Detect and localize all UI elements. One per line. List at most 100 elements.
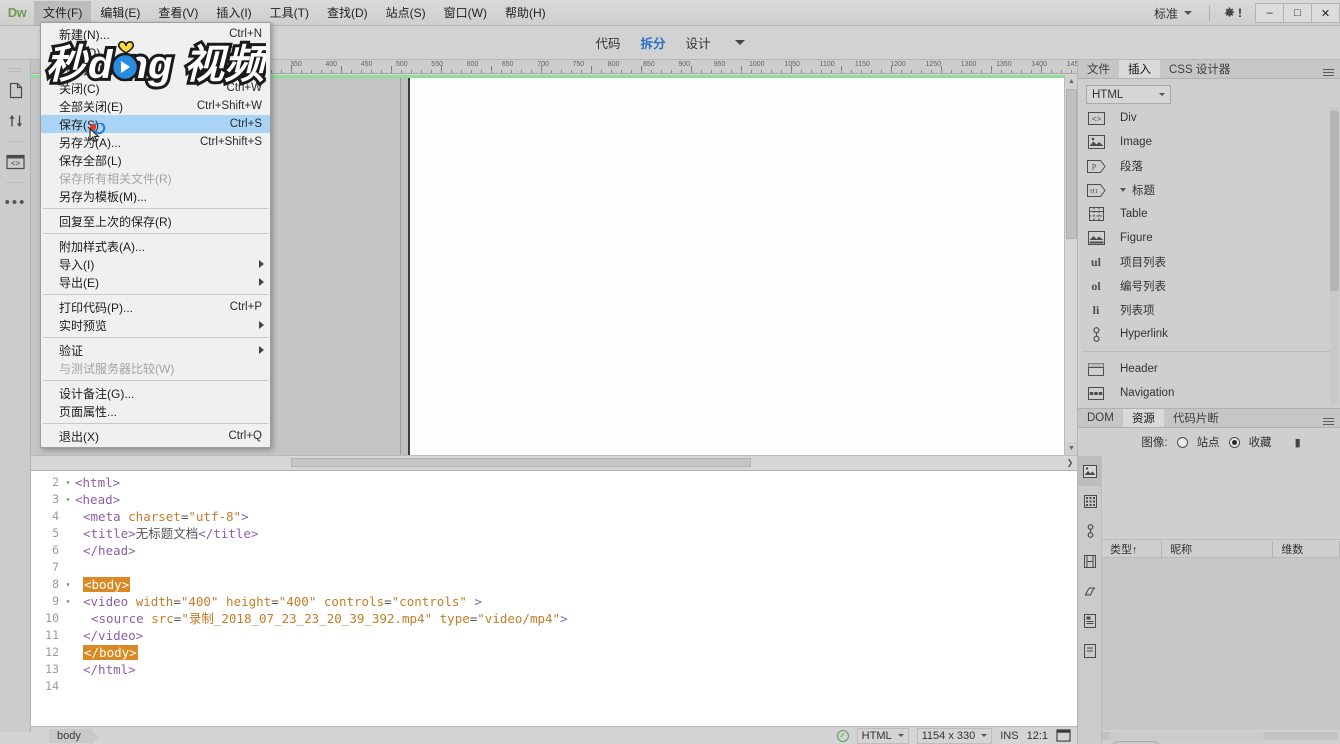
template-asset-icon[interactable]	[1078, 606, 1102, 636]
assets-column-header-2[interactable]: 维数	[1273, 541, 1340, 558]
assets-radio-favorites[interactable]	[1229, 437, 1240, 448]
settings-button[interactable]: !	[1215, 6, 1250, 20]
design-horizontal-scrollbar[interactable]: ❯	[31, 455, 1077, 469]
insert-item-Div[interactable]: <>Div	[1078, 106, 1340, 130]
fold-toggle-icon[interactable]: ▾	[61, 474, 75, 491]
code-line[interactable]: 8▾<body>	[31, 576, 1077, 593]
assets-horizontal-scrollbar[interactable]	[1102, 732, 1338, 740]
color-asset-icon[interactable]	[1078, 486, 1102, 516]
file-menu-item-26[interactable]: 退出(X)Ctrl+Q	[41, 427, 270, 445]
code-line[interactable]: 5<title>无标题文档</title>	[31, 525, 1077, 542]
code-line[interactable]: 4<meta charset="utf-8">	[31, 508, 1077, 525]
insert-category-select[interactable]: HTML	[1086, 85, 1171, 104]
media-asset-icon[interactable]	[1078, 546, 1102, 576]
tag-breadcrumb[interactable]: body	[49, 729, 91, 743]
code-line[interactable]: 3▾<head>	[31, 491, 1077, 508]
design-vscroll-thumb[interactable]	[1066, 89, 1077, 239]
code-line[interactable]: 6</head>	[31, 542, 1077, 559]
assets-column-header-1[interactable]: 昵称	[1162, 541, 1273, 558]
check-circle-icon[interactable]: ✓	[837, 730, 849, 742]
fold-toggle-icon[interactable]: ▾	[61, 576, 75, 593]
url-asset-icon[interactable]	[1078, 516, 1102, 546]
view-tab-0[interactable]: 代码	[595, 33, 620, 52]
file-menu-item-9[interactable]: 另存为模板(M)...	[41, 187, 270, 205]
design-hscroll-thumb[interactable]	[291, 458, 751, 467]
close-button[interactable]: ✕	[1311, 3, 1340, 23]
menu-8[interactable]: 帮助(H)	[496, 1, 555, 25]
file-menu-item-4[interactable]: 全部关闭(E)Ctrl+Shift+W	[41, 97, 270, 115]
panel-options-menu-icon[interactable]	[1317, 60, 1340, 78]
minimize-button[interactable]: –	[1255, 3, 1284, 23]
assets-hscroll-thumb[interactable]	[1110, 732, 1265, 740]
menu-2[interactable]: 查看(V)	[149, 1, 207, 25]
insert-panel-scrollbar[interactable]	[1330, 107, 1339, 405]
refresh-icon[interactable]: ▮	[1295, 436, 1301, 449]
view-options-chevron-down-icon[interactable]	[735, 40, 745, 45]
assets-table-body[interactable]	[1102, 558, 1340, 730]
file-menu-item-20[interactable]: 验证	[41, 341, 270, 359]
file-menu-item-3[interactable]: 关闭(C)Ctrl+W	[41, 79, 270, 97]
insert-item-列表项[interactable]: li列表项	[1078, 298, 1340, 322]
panel-tab-top-0[interactable]: 文件	[1078, 60, 1119, 78]
window-size-select[interactable]: 1154 x 330	[917, 728, 993, 744]
file-menu-item-0[interactable]: 新建(N)...Ctrl+N	[41, 25, 270, 43]
fold-toggle-icon[interactable]: ▾	[61, 491, 75, 508]
open-documents-icon[interactable]	[0, 76, 31, 106]
file-menu-item-15[interactable]: 导出(E)	[41, 273, 270, 291]
workspace-switcher[interactable]: 标准	[1146, 3, 1200, 24]
view-tab-1[interactable]: 拆分	[640, 33, 665, 52]
file-menu-item-2[interactable]: 打开最近的文件(T)	[41, 61, 270, 79]
assets-column-header-0[interactable]: 类型↑	[1102, 541, 1162, 558]
insert-item-标题[interactable]: H1标题	[1078, 178, 1340, 202]
assets-radio-site[interactable]	[1177, 437, 1188, 448]
panel-options-menu-icon[interactable]	[1317, 409, 1340, 427]
insert-item-Table[interactable]: Table	[1078, 202, 1340, 226]
file-menu-item-18[interactable]: 实时预览	[41, 316, 270, 334]
file-menu-item-11[interactable]: 回复至上次的保存(R)	[41, 212, 270, 230]
insert-scroll-thumb[interactable]	[1330, 111, 1339, 291]
design-document-canvas[interactable]	[408, 78, 1077, 455]
file-menu-item-6[interactable]: 另存为(A)...Ctrl+Shift+S	[41, 133, 270, 151]
insert-item-项目列表[interactable]: ul项目列表	[1078, 250, 1340, 274]
code-lines[interactable]: 2▾<html>3▾<head>4<meta charset="utf-8">5…	[31, 471, 1077, 695]
file-menu-item-7[interactable]: 保存全部(L)	[41, 151, 270, 169]
insert-item-编号列表[interactable]: ol编号列表	[1078, 274, 1340, 298]
code-line[interactable]: 2▾<html>	[31, 474, 1077, 491]
insert-item-段落[interactable]: P段落	[1078, 154, 1340, 178]
library-asset-icon[interactable]	[1078, 636, 1102, 666]
code-line[interactable]: 11</video>	[31, 627, 1077, 644]
file-menu-dropdown[interactable]: 新建(N)...Ctrl+N打开(O)...Ctrl+O打开最近的文件(T)关闭…	[40, 22, 271, 448]
menu-7[interactable]: 窗口(W)	[435, 1, 496, 25]
design-vertical-scrollbar[interactable]: ▲ ▼	[1064, 75, 1077, 455]
sort-arrows-icon[interactable]	[0, 106, 31, 136]
file-menu-item-23[interactable]: 设计备注(G)...	[41, 384, 270, 402]
insert-item-Hyperlink[interactable]: Hyperlink	[1078, 322, 1340, 346]
script-asset-icon[interactable]	[1078, 576, 1102, 606]
code-line[interactable]: 7	[31, 559, 1077, 576]
window-size-icon[interactable]	[1056, 729, 1071, 742]
insert-item-Image[interactable]: Image	[1078, 130, 1340, 154]
code-line[interactable]: 14	[31, 678, 1077, 695]
code-line[interactable]: 13</html>	[31, 661, 1077, 678]
file-menu-item-17[interactable]: 打印代码(P)...Ctrl+P	[41, 298, 270, 316]
scroll-right-arrow[interactable]: ❯	[1063, 456, 1077, 469]
insert-item-Navigation[interactable]: Navigation	[1078, 381, 1340, 405]
maximize-button[interactable]: □	[1283, 3, 1312, 23]
menu-6[interactable]: 站点(S)	[377, 1, 435, 25]
file-menu-item-1[interactable]: 打开(O)...Ctrl+O	[41, 43, 270, 61]
doctype-select[interactable]: HTML	[857, 728, 909, 744]
panel-tab-top-2[interactable]: CSS 设计器	[1160, 60, 1239, 78]
image-asset-icon[interactable]	[1078, 456, 1102, 486]
chevron-down-icon[interactable]	[1120, 188, 1126, 192]
menu-1[interactable]: 编辑(E)	[91, 1, 149, 25]
panel-tab-bottom-2[interactable]: 代码片断	[1164, 409, 1228, 427]
menu-4[interactable]: 工具(T)	[261, 1, 318, 25]
code-line[interactable]: 12</body>	[31, 644, 1077, 661]
view-tab-2[interactable]: 设计	[686, 33, 711, 52]
code-line[interactable]: 9▾<video width="400" height="400" contro…	[31, 593, 1077, 610]
file-menu-item-5[interactable]: 保存(S)Ctrl+S	[41, 115, 270, 133]
file-menu-item-13[interactable]: 附加样式表(A)...	[41, 237, 270, 255]
panel-tab-bottom-0[interactable]: DOM	[1078, 409, 1123, 427]
more-options-icon[interactable]: •••	[0, 188, 31, 218]
menu-5[interactable]: 查找(D)	[318, 1, 377, 25]
